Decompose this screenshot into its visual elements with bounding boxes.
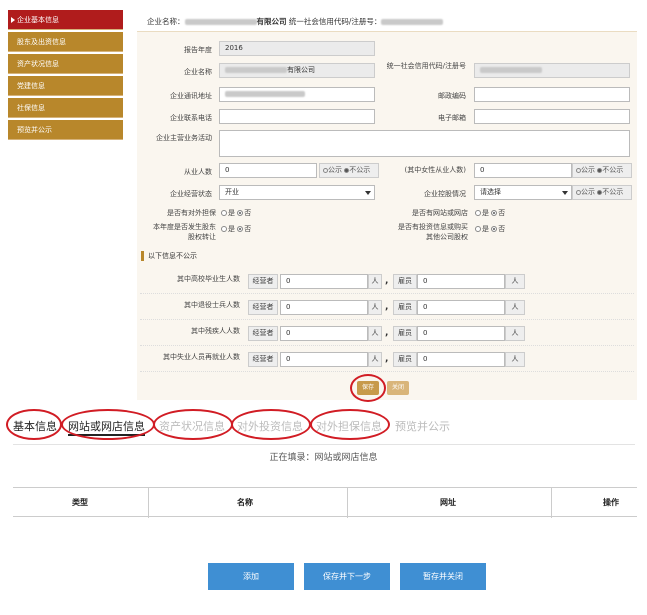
manager-count-input[interactable]: 0 [280, 326, 368, 341]
female-employees-input[interactable]: 0 [474, 163, 572, 178]
table-row: 其中高校毕业生人数 经营者 0 人 , 雇员 0 人 [140, 268, 634, 294]
postcode-input[interactable] [474, 87, 630, 102]
transfer-radio[interactable]: 是 否 [221, 224, 251, 234]
sidebar: 企业基本信息 股东及出资信息 资产状况信息 党建信息 社保信息 预览并公示 [8, 10, 123, 145]
annotation-ring [153, 409, 233, 440]
filling-status: 正在填录：网站或网店信息 [269, 453, 378, 463]
employee-count-input[interactable]: 0 [417, 352, 505, 367]
employees-label: 从业人数 [184, 168, 212, 176]
manager-count-input[interactable]: 0 [280, 274, 368, 289]
company-name-label: 企业名称： [147, 17, 185, 26]
chevron-down-icon [365, 191, 371, 195]
invest-radio[interactable]: 是 否 [475, 224, 505, 234]
table-row: 其中退役士兵人数 经营者 0 人 , 雇员 0 人 [140, 294, 634, 320]
annotation-ring [231, 409, 311, 440]
postcode-label: 邮政编码 [438, 92, 466, 100]
employees-publish-toggle[interactable]: 公示 不公示 [319, 163, 379, 178]
close-button[interactable]: 关闭 [387, 381, 409, 395]
sidebar-item-party[interactable]: 党建信息 [8, 76, 123, 96]
business-textarea[interactable] [219, 130, 630, 157]
blurred-company-name [184, 19, 257, 25]
blurred-credit-code [381, 19, 444, 25]
year-label: 报告年度 [184, 46, 212, 54]
email-label: 电子邮箱 [438, 114, 466, 122]
transfer-label: 本年度是否发生股东股权转让 [153, 223, 216, 241]
phone-input[interactable] [219, 109, 375, 124]
holding-select[interactable]: 请选择 [474, 185, 572, 200]
column-name: 名称 [237, 498, 253, 507]
save-close-button[interactable]: 暂存并关闭 [400, 563, 486, 590]
chevron-down-icon [562, 191, 568, 195]
column-actions: 操作 [603, 498, 619, 507]
business-label: 企业主营业务活动 [156, 134, 212, 142]
tab-preview[interactable]: 预览并公示 [395, 418, 450, 434]
save-next-button[interactable]: 保存并下一步 [304, 563, 390, 590]
manager-count-input[interactable]: 0 [280, 352, 368, 367]
annotation-ring [350, 374, 386, 402]
company-header: 企业名称： 有限公司 统一社会信用代码/注册号： [137, 10, 637, 32]
table-row: 其中残疾人人数 经营者 0 人 , 雇员 0 人 [140, 320, 634, 346]
employees-input[interactable]: 0 [219, 163, 317, 178]
manager-count-input[interactable]: 0 [280, 300, 368, 315]
phone-label: 企业联系电话 [170, 114, 212, 122]
website-radio[interactable]: 是 否 [475, 208, 505, 218]
employee-count-input[interactable]: 0 [417, 300, 505, 315]
email-input[interactable] [474, 109, 630, 124]
annotation-ring [6, 409, 62, 440]
table-row: 其中失业人员再就业人数 经营者 0 人 , 雇员 0 人 [140, 346, 634, 372]
private-section-title: 以下信息不公示 [140, 249, 634, 263]
female-employees-label: (其中女性从业人数) [404, 166, 466, 174]
annotation-ring [61, 409, 155, 440]
column-url: 网址 [440, 498, 456, 507]
add-button[interactable]: 添加 [208, 563, 294, 590]
company-name-field: 有限公司 [219, 63, 375, 78]
holding-label: 企业控股情况 [424, 190, 466, 198]
company-name-field-label: 企业名称 [184, 68, 212, 76]
table-header [13, 487, 637, 518]
guarantee-label: 是否有对外担保 [167, 209, 216, 217]
active-arrow-icon [11, 17, 15, 23]
credit-code-field-label: 统一社会信用代码/注册号 [386, 62, 466, 70]
credit-code-field [474, 63, 630, 78]
sidebar-item-basic-info[interactable]: 企业基本信息 [8, 10, 123, 30]
guarantee-radio[interactable]: 是 否 [221, 208, 251, 218]
female-publish-toggle[interactable]: 公示 不公示 [572, 163, 632, 178]
address-label: 企业通讯地址 [170, 92, 212, 100]
sidebar-item-shareholders[interactable]: 股东及出资信息 [8, 32, 123, 52]
year-field: 2016 [219, 41, 375, 56]
column-type: 类型 [72, 498, 88, 507]
sidebar-item-assets[interactable]: 资产状况信息 [8, 54, 123, 74]
employee-count-input[interactable]: 0 [417, 326, 505, 341]
status-label: 企业经营状态 [170, 190, 212, 198]
annotation-ring [310, 409, 390, 440]
invest-label: 是否有投资信息或购买其他公司股权 [398, 223, 468, 241]
credit-code-label: 统一社会信用代码/注册号： [288, 17, 382, 26]
status-select[interactable]: 开业 [219, 185, 375, 200]
employee-count-input[interactable]: 0 [417, 274, 505, 289]
company-suffix: 有限公司 [256, 17, 287, 26]
website-label: 是否有网站或网店 [412, 209, 468, 217]
address-input[interactable] [219, 87, 375, 102]
sidebar-item-preview[interactable]: 预览并公示 [8, 120, 123, 140]
holding-publish-toggle[interactable]: 公示 不公示 [572, 185, 632, 200]
sidebar-item-social-security[interactable]: 社保信息 [8, 98, 123, 118]
divider [13, 444, 635, 445]
